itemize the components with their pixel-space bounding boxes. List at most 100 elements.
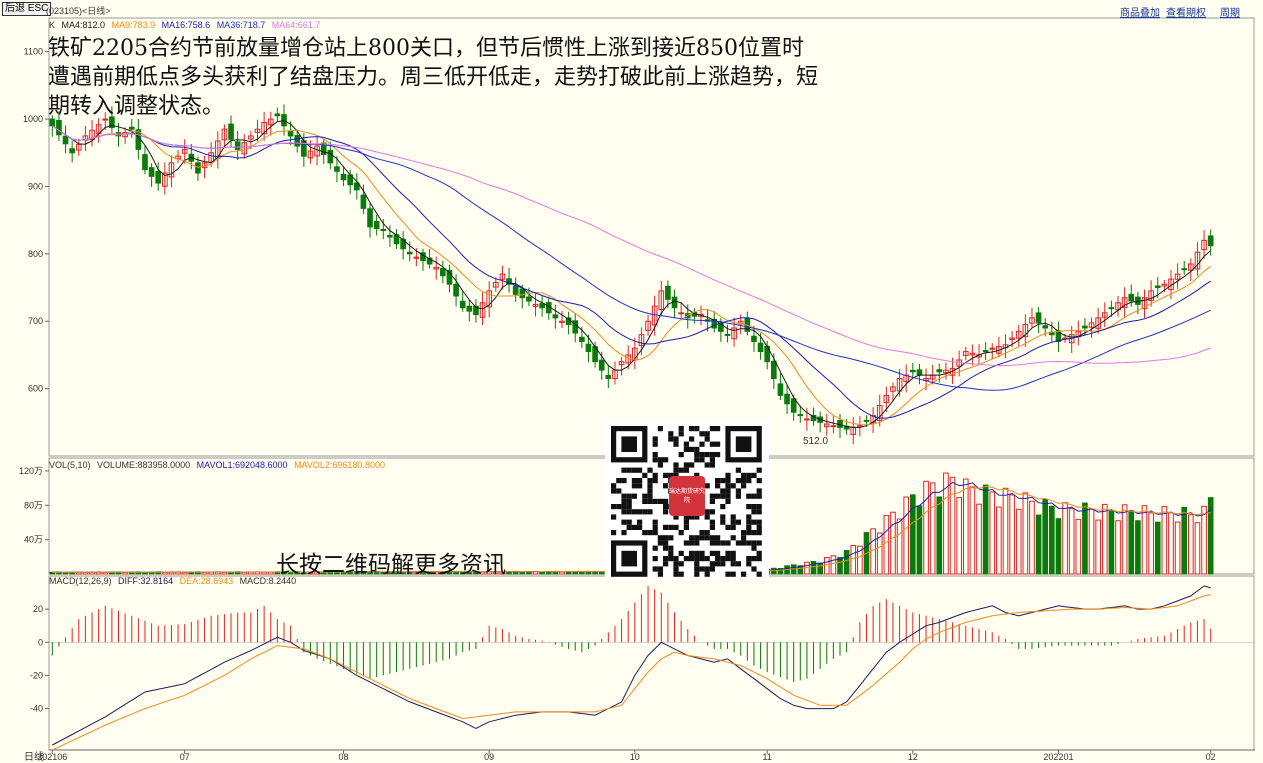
menu-period[interactable]: 周期 bbox=[1220, 4, 1240, 19]
candle-body bbox=[797, 414, 804, 417]
legend-ma64: MA64:661.7 bbox=[271, 20, 321, 30]
analysis-overlay-text: 铁矿2205合约节前放量增仓站上800关口，但节后惯性上涨到接近850位置时遭遇… bbox=[48, 36, 819, 119]
volume-bar bbox=[883, 515, 890, 575]
volume-bar bbox=[1035, 514, 1042, 575]
candle-body bbox=[777, 383, 784, 396]
volume-bar bbox=[1042, 498, 1049, 575]
candle-body bbox=[453, 283, 459, 297]
date-tick-label: 202106 bbox=[37, 752, 67, 762]
low-price-label: 512.0 bbox=[803, 436, 829, 447]
volume-bar bbox=[962, 478, 969, 575]
macd-legend: MACD(12,26,9) DIFF:32.8164 DEA:28.6943 M… bbox=[49, 576, 300, 586]
candle-body bbox=[1128, 293, 1135, 302]
volume-bar bbox=[1174, 521, 1181, 575]
price-tick-label: 900 bbox=[28, 181, 43, 191]
qr-code[interactable]: 瑞达期货研究院 bbox=[605, 420, 769, 580]
volume-bar bbox=[1062, 502, 1068, 575]
candle-body bbox=[916, 369, 923, 376]
candle-body bbox=[142, 154, 148, 171]
volume-bar bbox=[1148, 512, 1154, 575]
volume-tick-label: 40万 bbox=[24, 535, 43, 545]
ma16-line bbox=[52, 125, 1211, 419]
volume-bar bbox=[1088, 508, 1095, 575]
date-tick-label: 08 bbox=[339, 752, 349, 762]
legend-k: K bbox=[49, 20, 56, 30]
volume-bar bbox=[1029, 500, 1035, 575]
candle-body bbox=[195, 162, 201, 174]
candle-body bbox=[1082, 325, 1088, 329]
candle-body bbox=[466, 305, 473, 312]
candle-body bbox=[373, 221, 380, 230]
candle-body bbox=[552, 314, 559, 319]
price-tick-label: 700 bbox=[28, 316, 43, 326]
legend-ma36: MA36:718.7 bbox=[216, 20, 266, 30]
volume-bar bbox=[923, 480, 929, 575]
candle-body bbox=[519, 288, 526, 299]
legend-dea: DEA:28.6943 bbox=[179, 576, 234, 586]
candle-body bbox=[790, 398, 797, 413]
volume-bar bbox=[890, 511, 896, 575]
volume-bar bbox=[1121, 504, 1128, 575]
legend-macd-title: MACD(12,26,9) bbox=[49, 576, 112, 586]
volume-bar bbox=[1154, 521, 1161, 575]
volume-bar bbox=[1201, 505, 1207, 575]
volume-bar bbox=[876, 532, 883, 575]
diff-line bbox=[52, 585, 1211, 746]
candle-body bbox=[598, 359, 605, 371]
legend-ma4: MA4:812.0 bbox=[61, 20, 106, 30]
candle-body bbox=[459, 300, 466, 309]
volume-bar bbox=[823, 557, 830, 575]
candle-body bbox=[387, 234, 393, 238]
candle-body bbox=[1108, 307, 1115, 310]
date-tick-label: 07 bbox=[180, 752, 190, 762]
price-tick-label: 800 bbox=[28, 249, 43, 259]
back-button[interactable]: 后退 ESC bbox=[2, 2, 52, 16]
volume-bar bbox=[870, 528, 876, 575]
volume-bar bbox=[1194, 522, 1201, 575]
date-tick-label: 02 bbox=[1206, 752, 1216, 762]
date-tick-label: 11 bbox=[763, 752, 772, 762]
candle-body bbox=[380, 229, 387, 232]
candle-body bbox=[1042, 325, 1049, 329]
candle-body bbox=[512, 285, 519, 295]
volume-bar bbox=[843, 550, 850, 575]
volume-bar bbox=[1022, 492, 1029, 575]
price-tick-label: 1000 bbox=[23, 114, 43, 124]
candle-body bbox=[539, 303, 545, 309]
volume-bar bbox=[1141, 505, 1148, 575]
volume-bar bbox=[1075, 518, 1082, 575]
candle-body bbox=[665, 285, 671, 300]
candle-body bbox=[62, 135, 69, 145]
ma4-line bbox=[52, 120, 1212, 428]
candle-body bbox=[526, 296, 532, 302]
volume-tick-label: 120万 bbox=[19, 466, 43, 476]
candle-body bbox=[340, 173, 347, 181]
volume-bar bbox=[976, 503, 982, 575]
candle-body bbox=[863, 419, 870, 422]
candle-body bbox=[724, 333, 731, 336]
ma-legend: K MA4:812.0 MA9:783.9 MA16:758.6 MA36:71… bbox=[49, 20, 324, 30]
menu-commodity-overlay[interactable]: 商品叠加 bbox=[1120, 4, 1160, 19]
legend-ma16: MA16:758.6 bbox=[161, 20, 211, 30]
candle-body bbox=[671, 296, 678, 309]
candle-body bbox=[830, 425, 837, 428]
volume-legend: VOL(5,10) VOLUME:883958.0000 MAVOL1:6920… bbox=[49, 460, 389, 470]
qr-logo: 瑞达期货研究院 bbox=[669, 476, 705, 516]
volume-bar bbox=[989, 491, 996, 575]
volume-bar bbox=[579, 571, 585, 575]
candle-body bbox=[406, 251, 413, 255]
volume-bar bbox=[949, 476, 956, 575]
volume-bar bbox=[1188, 514, 1194, 575]
volume-bar bbox=[598, 571, 605, 575]
candle-body bbox=[605, 374, 612, 380]
volume-bar bbox=[1207, 497, 1214, 575]
ma64-line bbox=[52, 125, 1211, 366]
menu-view-options[interactable]: 查看期权 bbox=[1166, 4, 1206, 19]
candle-body bbox=[360, 194, 367, 209]
candle-body bbox=[148, 167, 155, 177]
candle-body bbox=[440, 268, 446, 277]
date-tick-label: 09 bbox=[484, 752, 494, 762]
price-tick-label: 600 bbox=[28, 384, 43, 394]
candle-body bbox=[234, 141, 241, 150]
candle-body bbox=[1207, 235, 1214, 247]
